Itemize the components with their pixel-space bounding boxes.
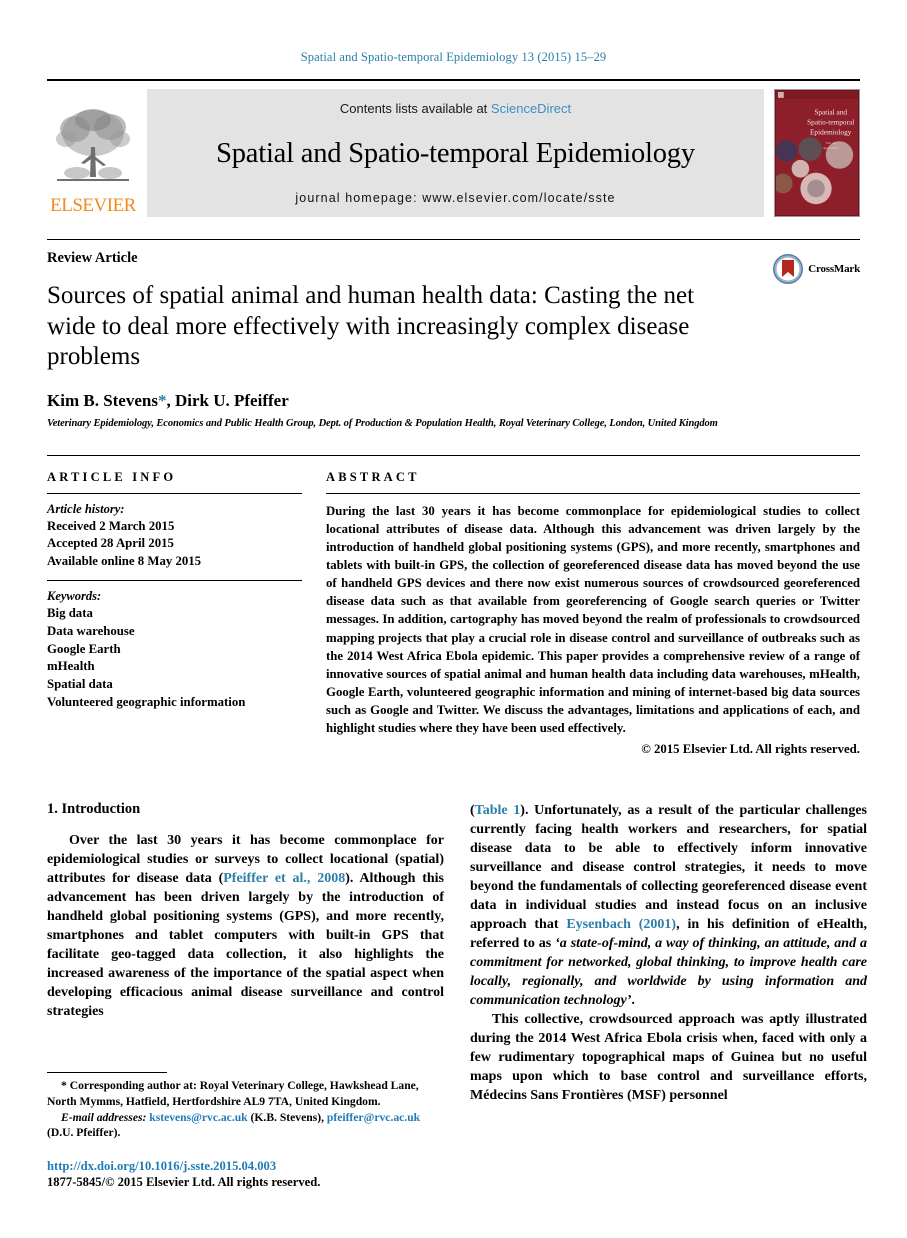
doi-link[interactable]: http://dx.doi.org/10.1016/j.sste.2015.04… [47,1158,444,1174]
elsevier-logo: ELSEVIER [47,89,139,217]
history-accepted: Accepted 28 April 2015 [47,536,174,551]
citation-eysenbach[interactable]: Eysenbach [566,917,631,932]
journal-cover-thumbnail: Spatial and Spatio-temporal Epidemiology… [774,89,860,217]
email-owner-stevens: (K.B. Stevens), [250,1110,324,1124]
article-type: Review Article [47,250,138,266]
crossmark-label: CrossMark [808,263,860,275]
divider [326,492,860,494]
issn-copyright: 1877-5845/© 2015 Elsevier Ltd. All right… [47,1175,321,1190]
email-link-pfeiffer[interactable]: pfeiffer@rvc.ac.uk [327,1111,420,1124]
divider [47,492,302,494]
page-title: Sources of spatial animal and human heal… [47,282,695,370]
journal-homepage[interactable]: journal homepage: www.elsevier.com/locat… [295,191,615,205]
citation-eysenbach-year[interactable]: (2001) [639,917,676,932]
svg-text:Spatial and: Spatial and [814,108,847,117]
keyword-item: mHealth [47,659,95,674]
email-owner-pfeiffer: (D.U. Pfeiffer). [47,1126,121,1140]
info-abstract-section: ARTICLE INFO Article history: Received 2… [47,454,860,757]
running-head: Spatial and Spatio-temporal Epidemiology… [300,50,607,64]
svg-text:Spatio-temporal: Spatio-temporal [807,117,854,126]
author-first: Kim B. Stevens [47,390,158,410]
sciencedirect-link[interactable]: ScienceDirect [491,101,571,116]
keyword-item: Volunteered geographic information [47,694,246,709]
elsevier-wordmark: ELSEVIER [50,195,136,216]
svg-text:Vol. 13: Vol. 13 [826,141,836,145]
body-column-left: 1. Introduction Over the last 30 years i… [47,801,444,1191]
affiliation: Veterinary Epidemiology, Economics and P… [47,417,718,429]
divider [47,580,302,582]
right-text-a: ). Unfortunately, as a result of the par… [470,802,867,932]
keywords-label: Keywords: [47,589,102,604]
elsevier-tree-icon [56,109,130,181]
footnote-block: * Corresponding author at: Royal Veterin… [47,1072,444,1190]
keyword-item: Data warehouse [47,624,135,639]
history-received: Received 2 March 2015 [47,518,175,533]
body-columns: 1. Introduction Over the last 30 years i… [47,801,867,1191]
email-link-stevens[interactable]: kstevens@rvc.ac.uk [149,1111,247,1124]
article-history-label: Article history: [47,501,125,516]
abstract-heading: ABSTRACT [326,469,420,484]
paper-page: Spatial and Spatio-temporal Epidemiology… [0,0,907,1238]
right-text-end: . [631,992,635,1008]
email-label: E-mail addresses: [61,1110,147,1124]
intro-paragraph-right: (Table 1). Unfortunately, as a result of… [470,802,867,1008]
crossmark-icon [773,254,804,284]
crossmark-badge[interactable]: CrossMark [773,254,860,284]
history-available-online: Available online 8 May 2015 [47,553,202,568]
contents-prefix: Contents lists available at [339,101,488,116]
keyword-item: Spatial data [47,677,113,692]
email-footnote: E-mail addresses: kstevens@rvc.ac.uk (K.… [47,1110,444,1141]
corresponding-text: Corresponding author at: Royal Veterinar… [47,1079,419,1108]
abstract-text: During the last 30 years it has become c… [326,503,860,736]
intro-paragraph-right-2: This collective, crowdsourced approach w… [470,1011,867,1103]
citation-table-1[interactable]: Table 1 [475,803,521,818]
author-list: Kim B. Stevens*, Dirk U. Pfeiffer [47,391,860,411]
contents-available-line: Contents lists available at ScienceDirec… [340,101,571,116]
keyword-item: Google Earth [47,641,121,656]
section-title-introduction: 1. Introduction [47,800,141,817]
body-column-right: (Table 1). Unfortunately, as a result of… [470,801,867,1191]
contents-box: Contents lists available at ScienceDirec… [147,89,764,217]
article-header: Review Article Sources of spatial animal… [47,239,860,429]
journal-masthead: ELSEVIER Contents lists available at Sci… [47,79,860,217]
corresponding-author-footnote: * Corresponding author at: Royal Veterin… [47,1078,444,1109]
abstract-copyright: © 2015 Elsevier Ltd. All rights reserved… [641,741,860,756]
article-info-heading: ARTICLE INFO [47,469,177,484]
keyword-item: Big data [47,606,93,621]
abstract-column: ABSTRACT During the last 30 years it has… [326,470,860,757]
footnote-divider [47,1072,167,1074]
intro-paragraph-left: Over the last 30 years it has become com… [47,831,444,1021]
citation-pfeiffer[interactable]: Pfeiffer et al., 2008 [223,871,345,886]
svg-text:April 2015: April 2015 [823,146,839,150]
svg-text:Epidemiology: Epidemiology [810,127,852,136]
journal-title: Spatial and Spatio-temporal Epidemiology [216,137,695,169]
intro-text-b: ). Although this advancement has been dr… [47,870,444,1019]
corresponding-star: * [61,1079,67,1093]
article-info-column: ARTICLE INFO Article history: Received 2… [47,470,302,757]
author-second: , Dirk U. Pfeiffer [166,390,289,410]
cover-artwork: Spatial and Spatio-temporal Epidemiology… [775,90,859,216]
